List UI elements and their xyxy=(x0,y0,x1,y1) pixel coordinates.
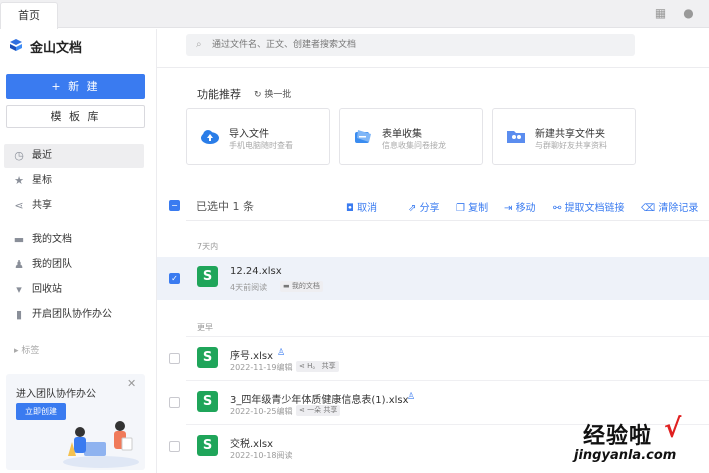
person-icon: ♙ xyxy=(407,392,416,402)
move-button[interactable]: ⇥ 移动 xyxy=(504,199,536,214)
excel-file-icon: S xyxy=(197,266,218,287)
sidebar-item-label: 星标 xyxy=(32,175,52,186)
watermark-check: √ xyxy=(664,414,682,444)
sidebar-item-label: 回收站 xyxy=(32,284,62,295)
file-name[interactable]: 交税.xlsx xyxy=(230,435,273,450)
sidebar-item-trash[interactable]: ▾ 回收站 xyxy=(4,278,144,302)
share-tag: ⋖ H。 共享 xyxy=(296,361,339,372)
search-icon: ⌕ xyxy=(196,39,202,50)
watermark-text: 经验啦 xyxy=(583,424,653,449)
card-import-file[interactable]: 导入文件 手机电脑随时查看 xyxy=(186,108,330,165)
share-button[interactable]: ⇗ 分享 xyxy=(408,199,440,214)
search-input[interactable] xyxy=(212,35,622,55)
share-icon: ⇗ xyxy=(408,203,420,214)
file-meta: 2022-10-25编辑 xyxy=(230,407,293,416)
sidebar-item-label: 我的文档 xyxy=(32,234,72,245)
link-icon: ⚯ xyxy=(553,203,565,214)
row-checkbox[interactable] xyxy=(169,441,180,452)
divider xyxy=(157,67,709,68)
table-row-selected[interactable] xyxy=(157,257,709,300)
file-name[interactable]: 12.24.xlsx xyxy=(230,266,282,277)
sidebar-item-label: 开启团队协作办公 xyxy=(32,309,112,320)
divider xyxy=(186,380,709,381)
form-icon xyxy=(355,130,371,143)
excel-file-icon: S xyxy=(197,435,218,456)
file-name[interactable]: 3_四年级青少年体质健康信息表(1).xlsx xyxy=(230,391,409,406)
sidebar-item-label: 共享 xyxy=(32,200,52,211)
card-form-collect[interactable]: 表单收集 信息收集问卷接龙 xyxy=(339,108,483,165)
clock-icon: ◷ xyxy=(14,149,24,162)
tab-bar xyxy=(0,0,709,28)
excel-file-icon: S xyxy=(197,391,218,412)
file-location-tag: ▬ 我的文档 xyxy=(280,281,323,292)
divider xyxy=(186,336,709,337)
promo-title: 进入团队协作办公 xyxy=(16,389,96,400)
person-icon: ♙ xyxy=(277,348,286,358)
close-icon[interactable]: ✕ xyxy=(127,377,136,390)
extract-link-button[interactable]: ⚯ 提取文档链接 xyxy=(553,199,625,214)
clear-record-button[interactable]: ⌫ 清除记录 xyxy=(641,199,698,214)
tab-home[interactable]: 首页 xyxy=(0,2,58,29)
team-illustration xyxy=(63,421,139,468)
tags-toggle[interactable]: ▸ 标签 xyxy=(14,343,39,356)
grid-icon[interactable]: ▦ xyxy=(654,7,667,20)
file-meta: 2022-10-18阅读 xyxy=(230,451,293,460)
share-icon: ⋖ xyxy=(14,199,24,212)
sidebar-item-label: 最近 xyxy=(32,150,52,161)
refresh-button[interactable]: ↻ 换一批 xyxy=(254,87,291,100)
folder-icon: ▬ xyxy=(13,233,25,246)
copy-button[interactable]: ❐ 复制 xyxy=(456,199,488,214)
sidebar-item-starred[interactable]: ★ 星标 xyxy=(4,169,144,193)
group-label-earlier: 更早 xyxy=(197,323,213,332)
watermark-url: jingyanla.com xyxy=(574,448,677,463)
sidebar-item-shared[interactable]: ⋖ 共享 xyxy=(4,194,144,218)
logo-icon xyxy=(10,39,22,51)
select-all-checkbox[interactable]: − xyxy=(169,200,180,211)
file-meta: 4天前阅读 xyxy=(230,283,268,292)
cloud-upload-icon xyxy=(201,130,219,144)
template-library-button[interactable]: 模 板 库 xyxy=(6,105,145,128)
share-icon: ⋖ xyxy=(299,362,308,370)
trash-icon: ▾ xyxy=(16,283,22,296)
file-meta: 2022-11-19编辑 xyxy=(230,363,293,372)
row-checkbox[interactable] xyxy=(169,397,180,408)
share-icon: ⋖ xyxy=(299,406,308,414)
sidebar-item-label: 我的团队 xyxy=(32,259,72,270)
star-icon: ★ xyxy=(14,174,24,187)
recommend-title: 功能推荐 xyxy=(197,88,241,101)
folder-icon: ▬ xyxy=(283,282,292,290)
cancel-button[interactable]: ◘ 取消 xyxy=(346,199,377,214)
brand-name: 金山文档 xyxy=(30,41,83,56)
selection-count: 已选中 1 条 xyxy=(196,200,254,213)
card-shared-folder[interactable]: 新建共享文件夹 与群聊好友共享资料 xyxy=(492,108,636,165)
new-button[interactable]: + 新 建 xyxy=(6,74,145,99)
excel-file-icon: S xyxy=(197,347,218,368)
shared-folder-icon xyxy=(507,131,525,143)
refresh-icon: ↻ xyxy=(254,90,265,100)
sidebar-item-team-collab[interactable]: ▮ 开启团队协作办公 xyxy=(4,303,144,327)
clear-icon: ⌫ xyxy=(641,203,659,214)
create-team-button[interactable]: 立即创建 xyxy=(16,403,66,420)
sidebar-item-my-team[interactable]: ♟ 我的团队 xyxy=(4,253,144,277)
sidebar-item-my-docs[interactable]: ▬ 我的文档 xyxy=(4,228,144,252)
divider xyxy=(186,220,709,221)
file-name[interactable]: 序号.xlsx xyxy=(230,347,273,362)
row-checkbox[interactable]: ✓ xyxy=(169,273,180,284)
team-icon: ♟ xyxy=(14,258,24,271)
copy-icon: ❐ xyxy=(456,203,469,214)
row-checkbox[interactable] xyxy=(169,353,180,364)
share-tag: ⋖ 一朵 共享 xyxy=(296,405,341,416)
move-icon: ⇥ xyxy=(504,203,516,214)
group-label-recent: 7天内 xyxy=(197,242,219,251)
sidebar-item-recent[interactable]: ◷ 最近 xyxy=(4,144,144,168)
chat-icon[interactable]: ● xyxy=(682,7,695,20)
cancel-icon: ◘ xyxy=(346,203,358,214)
collab-icon: ▮ xyxy=(15,308,23,321)
